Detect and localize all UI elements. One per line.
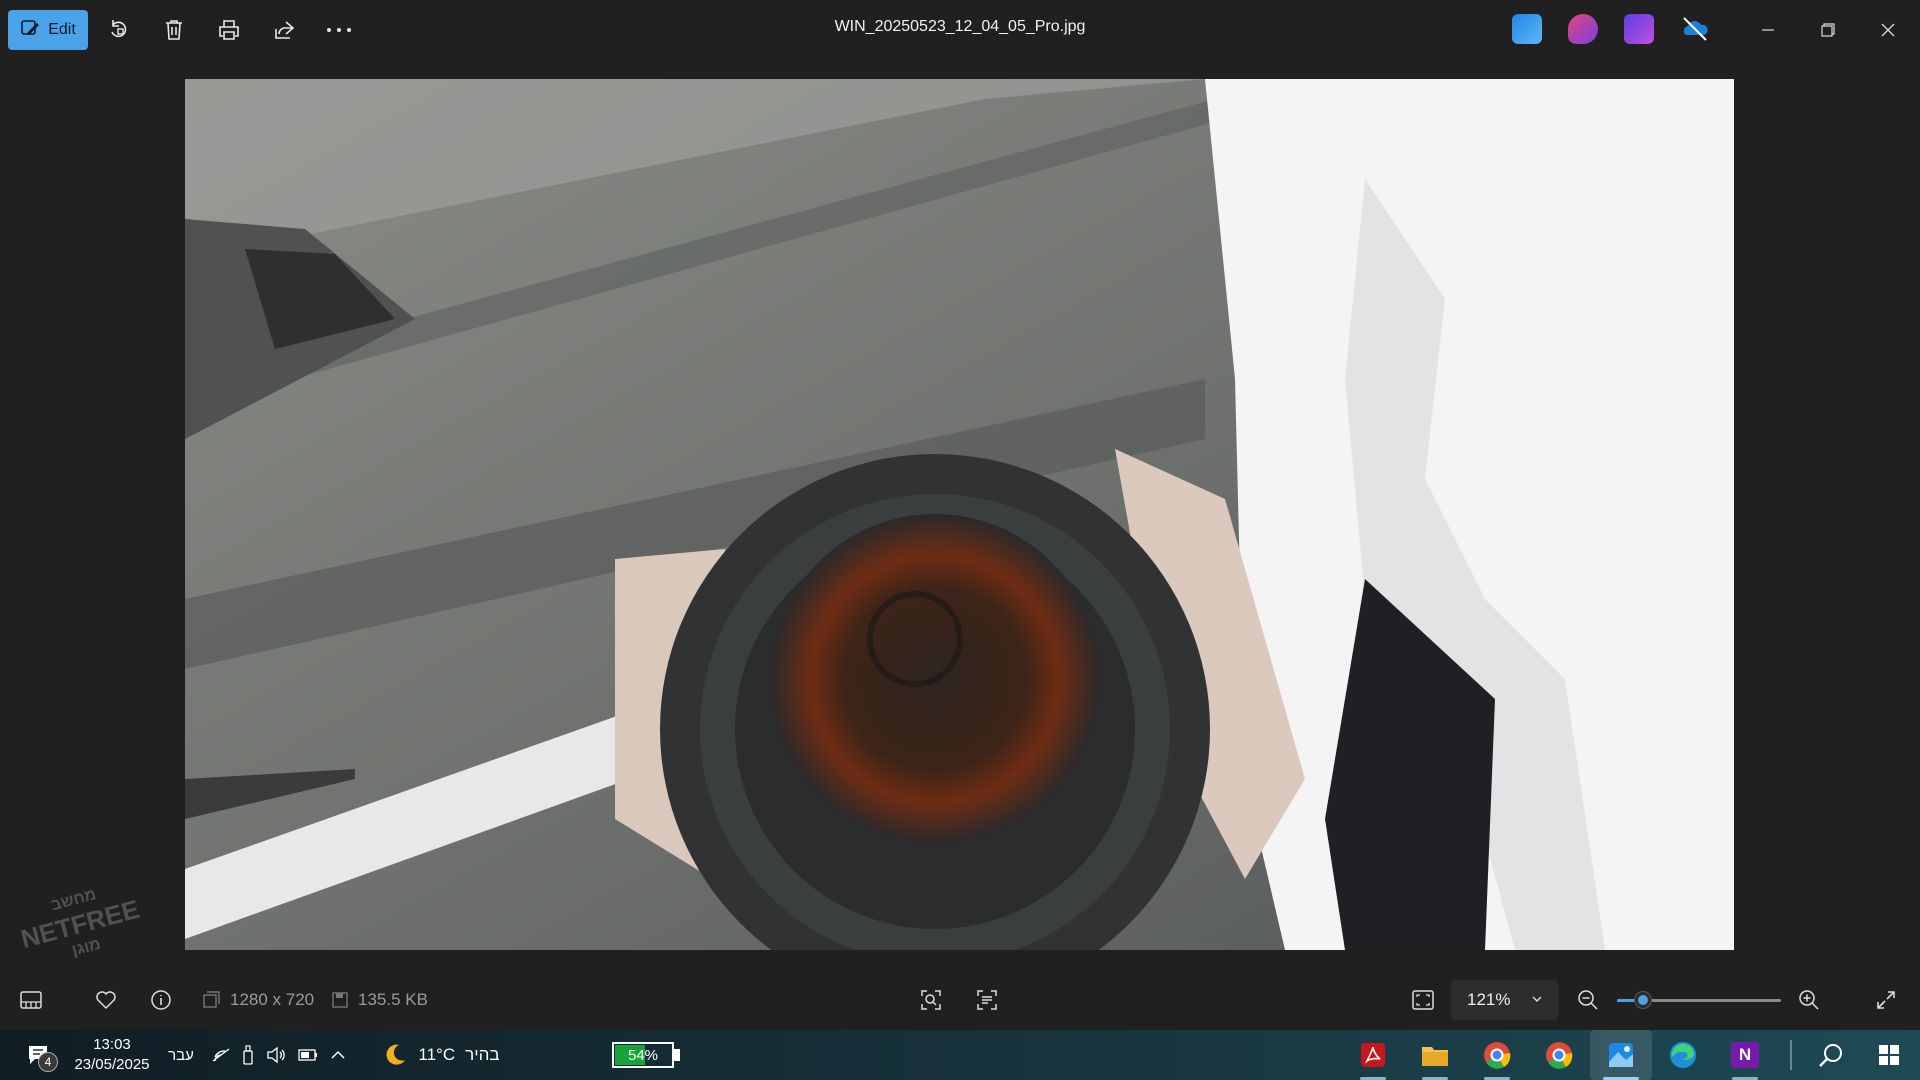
weather-condition: בהיר	[465, 1045, 500, 1064]
minimize-button[interactable]	[1738, 0, 1798, 60]
delete-button[interactable]	[154, 10, 194, 50]
acrobat-taskbar-icon[interactable]	[1342, 1030, 1404, 1080]
more-options-button[interactable]	[319, 10, 359, 50]
edit-button-label: Edit	[48, 21, 76, 38]
print-button[interactable]	[209, 10, 249, 50]
file-size: 135.5 KB	[332, 970, 428, 1030]
edit-image-icon	[20, 18, 40, 43]
wifi-icon[interactable]	[206, 1030, 236, 1080]
clock-date: 23/05/2025	[74, 1056, 150, 1073]
windows-logo-icon	[1879, 1045, 1899, 1065]
ellipsis-icon	[327, 28, 351, 32]
favorite-button[interactable]	[95, 970, 117, 1030]
photo-viewer-image[interactable]	[185, 79, 1734, 950]
zoom-in-button[interactable]	[1798, 970, 1820, 1030]
expand-icon	[1877, 991, 1895, 1009]
onedrive-off-icon[interactable]	[1680, 14, 1710, 44]
zoom-slider[interactable]	[1617, 991, 1781, 1009]
visual-search-button[interactable]	[920, 970, 942, 1030]
onenote-letter: N	[1731, 1042, 1759, 1068]
photo-content	[185, 79, 1734, 950]
search-icon	[1819, 1044, 1842, 1067]
filmstrip-button[interactable]	[20, 970, 42, 1030]
fit-to-window-button[interactable]	[1412, 970, 1434, 1030]
battery-icon[interactable]	[294, 1030, 322, 1080]
filmstrip-icon	[20, 991, 42, 1009]
rotate-icon	[111, 20, 127, 38]
usb-device-icon[interactable]	[236, 1030, 260, 1080]
chrome-taskbar-icon[interactable]	[1528, 1030, 1590, 1080]
visual-search-icon	[921, 990, 941, 1010]
battery-percentage: 54%	[627, 1046, 659, 1064]
rotate-button[interactable]	[99, 10, 139, 50]
zoom-out-icon	[1578, 990, 1598, 1010]
windows-taskbar: 4 13:03 23/05/2025 עבר 11°C בהיר 54% N	[0, 1030, 1920, 1080]
info-icon	[151, 990, 171, 1010]
moon-icon	[386, 1044, 406, 1065]
dimensions-icon	[203, 991, 220, 1008]
battery-percentage-widget[interactable]: 54%	[612, 1042, 674, 1068]
battery-tip	[674, 1049, 680, 1061]
file-explorer-taskbar-icon[interactable]	[1404, 1030, 1466, 1080]
zoom-dropdown[interactable]: 121%	[1451, 980, 1558, 1020]
status-bar: 1280 x 720 135.5 KB 121%	[0, 970, 1920, 1030]
volume-icon[interactable]	[262, 1030, 290, 1080]
heart-icon	[96, 991, 116, 1010]
zoom-value: 121%	[1467, 990, 1511, 1009]
close-icon	[1881, 23, 1895, 37]
clock[interactable]: 13:03 23/05/2025	[66, 1030, 158, 1080]
restore-icon	[1821, 23, 1835, 37]
photos-editor-icon[interactable]	[1512, 14, 1542, 44]
full-screen-button[interactable]	[1876, 970, 1896, 1030]
zoom-in-icon	[1799, 990, 1819, 1010]
file-size-text: 135.5 KB	[358, 990, 428, 1009]
search-button[interactable]	[1800, 1030, 1862, 1080]
clipchamp-icon[interactable]	[1624, 14, 1654, 44]
photos-taskbar-icon[interactable]	[1590, 1030, 1652, 1080]
restore-button[interactable]	[1798, 0, 1858, 60]
image-dimensions: 1280 x 720	[202, 970, 314, 1030]
edge-taskbar-icon[interactable]	[1652, 1030, 1714, 1080]
clock-time: 13:03	[93, 1036, 131, 1053]
notification-center-button[interactable]: 4	[18, 1030, 58, 1080]
temperature: 11°C	[418, 1045, 456, 1064]
minimize-icon	[1762, 29, 1774, 31]
input-language[interactable]: עבר	[166, 1030, 196, 1080]
text-scan-button[interactable]	[976, 970, 998, 1030]
file-info-button[interactable]	[150, 970, 172, 1030]
designer-icon[interactable]	[1568, 14, 1598, 44]
share-icon	[275, 21, 295, 39]
fit-window-icon	[1412, 990, 1434, 1010]
title-bar: Edit WIN_20250523_12_04_05_Pro.jpg	[0, 0, 1920, 60]
weather-widget[interactable]: 11°C בהיר	[376, 1030, 506, 1080]
save-disk-icon	[332, 992, 348, 1008]
show-hidden-icons-button[interactable]	[324, 1030, 352, 1080]
onenote-taskbar-icon[interactable]: N	[1714, 1030, 1776, 1080]
chevron-up-icon	[331, 1050, 345, 1059]
close-button[interactable]	[1858, 0, 1918, 60]
chrome-profile-taskbar-icon[interactable]	[1466, 1030, 1528, 1080]
zoom-out-button[interactable]	[1577, 970, 1599, 1030]
start-button[interactable]	[1858, 1030, 1920, 1080]
share-button[interactable]	[264, 10, 304, 50]
dimensions-text: 1280 x 720	[230, 990, 315, 1009]
chevron-down-icon	[1532, 996, 1542, 1002]
text-scan-icon	[977, 990, 997, 1010]
notification-count-badge: 4	[38, 1052, 58, 1072]
printer-icon	[219, 20, 239, 40]
trash-icon	[166, 20, 182, 40]
taskbar-divider	[1790, 1040, 1792, 1070]
zoom-slider-thumb[interactable]	[1634, 991, 1653, 1009]
edit-button[interactable]: Edit	[8, 10, 88, 50]
